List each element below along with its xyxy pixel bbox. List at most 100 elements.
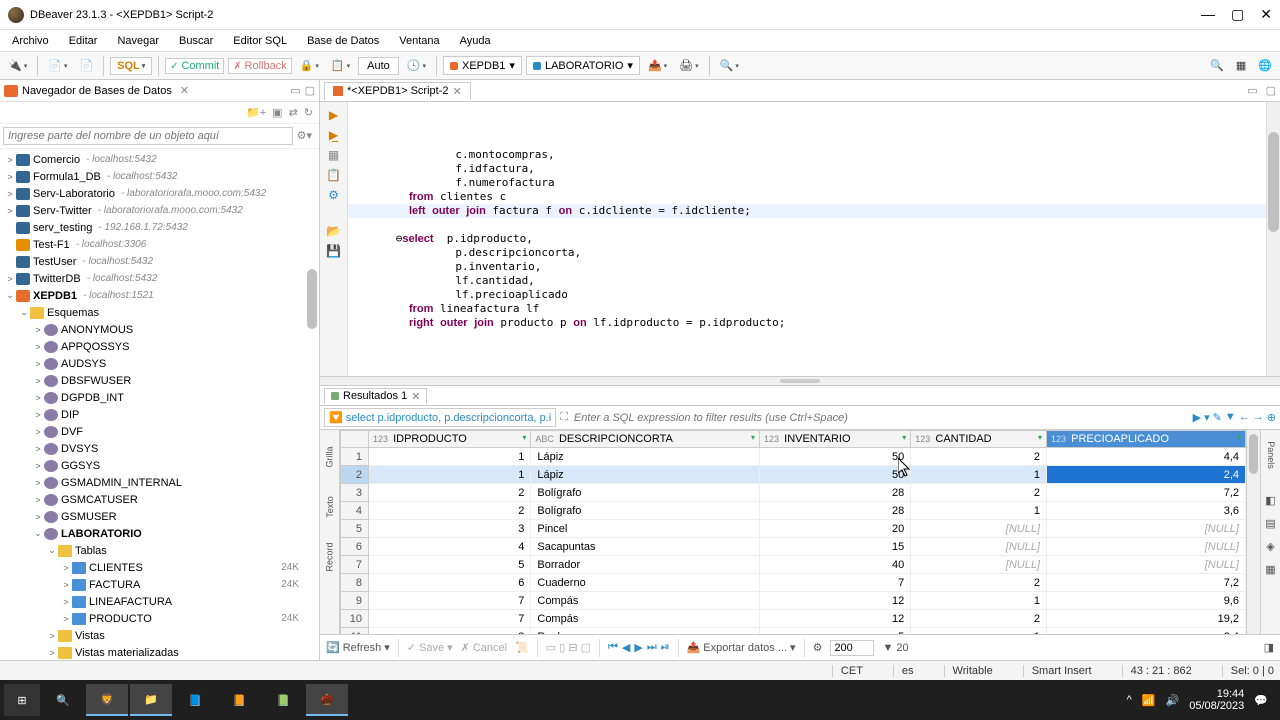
editor-results-splitter[interactable]	[320, 376, 1280, 386]
output-button[interactable]: 📤▾	[644, 57, 671, 74]
sql-editor-button[interactable]: SQL ▾	[110, 57, 152, 75]
perspective-button[interactable]: ▦	[1232, 57, 1250, 74]
taskbar-dbeaver[interactable]: 🌰	[306, 684, 348, 716]
table-row[interactable]: 21Lápiz5012,4	[341, 466, 1246, 484]
editor-scrollbar[interactable]	[1266, 102, 1280, 376]
filter-settings-button[interactable]: ⚙▾	[293, 127, 316, 145]
record-mode-tab[interactable]: Record	[325, 542, 335, 571]
table-row[interactable]: 86Cuaderno727,2	[341, 574, 1246, 592]
tree-item-appqossys[interactable]: >APPQOSSYS	[0, 338, 319, 355]
refresh-nav-button[interactable]: ↻	[304, 106, 313, 119]
link-button[interactable]: ⇄	[289, 106, 298, 119]
max-rows-button[interactable]: ▼ 20	[882, 642, 908, 654]
column-cantidad[interactable]: 123 CANTIDAD ▾	[911, 431, 1047, 448]
navigator-scrollbar[interactable]	[307, 269, 317, 329]
results-tab-close-button[interactable]: ✕	[411, 390, 420, 403]
tab-close-button[interactable]: ✕	[453, 85, 462, 98]
tree-item-esquemas[interactable]: ⌄Esquemas	[0, 304, 319, 321]
auto-commit-button[interactable]: Auto	[358, 57, 399, 75]
table-row[interactable]: 42Bolígrafo2813,6	[341, 502, 1246, 520]
filter-history-button[interactable]: ▾	[1204, 411, 1210, 424]
tree-item-gsmuser[interactable]: >GSMUSER	[0, 508, 319, 525]
taskbar-word[interactable]: 📘	[174, 684, 216, 716]
tree-item-formula1_db[interactable]: >Formula1_DB- localhost:5432	[0, 168, 319, 185]
tree-item-comercio[interactable]: >Comercio- localhost:5432	[0, 151, 319, 168]
tree-item-factura[interactable]: >FACTURA24K	[0, 576, 319, 593]
results-settings-button[interactable]: ⚙	[813, 641, 823, 654]
tree-item-dip[interactable]: >DIP	[0, 406, 319, 423]
results-tab-1[interactable]: Resultados 1 ✕	[324, 388, 427, 404]
grid-mode-tab[interactable]: Grilla	[325, 446, 335, 467]
first-row-button[interactable]: ←	[1239, 411, 1250, 424]
export-data-button[interactable]: 📤 Exportar datos ... ▾	[687, 641, 796, 654]
new-connection-button[interactable]: 🔌▾	[4, 57, 31, 74]
filter-settings-icon[interactable]: ▼	[1225, 411, 1236, 424]
grouping-panel-button[interactable]: ▤	[1265, 517, 1275, 530]
tree-item-test-f1[interactable]: Test-F1- localhost:3306	[0, 236, 319, 253]
tree-item-serv-twitter[interactable]: >Serv-Twitter- laboratoriorafa.mooo.com:…	[0, 202, 319, 219]
tree-item-lineafactura[interactable]: >LINEAFACTURA	[0, 593, 319, 610]
sql-editor[interactable]: c.montocompras, f.idfactura, f.numerofac…	[348, 102, 1266, 376]
taskbar-powerpoint[interactable]: 📙	[218, 684, 260, 716]
tree-item-serv-laboratorio[interactable]: >Serv-Laboratorio- laboratoriorafa.mooo.…	[0, 185, 319, 202]
editor-settings-button[interactable]: ⚙	[328, 188, 339, 202]
execute-new-tab-button[interactable]: ▦	[328, 148, 339, 162]
tree-item-dvf[interactable]: >DVF	[0, 423, 319, 440]
start-button[interactable]: ⊞	[4, 684, 40, 716]
navigator-maximize-button[interactable]: ▢	[305, 84, 315, 97]
menu-ventana[interactable]: Ventana	[391, 33, 447, 49]
window-close-button[interactable]: ✕	[1260, 6, 1272, 23]
tray-up-icon[interactable]: ^	[1127, 694, 1132, 706]
new-folder-button[interactable]: 📁+	[246, 106, 266, 119]
refs-panel-button[interactable]: ◈	[1266, 540, 1274, 553]
tree-item-clientes[interactable]: >CLIENTES24K	[0, 559, 319, 576]
next-page-button[interactable]: ▶	[634, 641, 642, 654]
save-file-button[interactable]: 💾	[326, 244, 341, 258]
column-descripcioncorta[interactable]: ABC DESCRIPCIONCORTA ▾	[531, 431, 760, 448]
tree-item-audsys[interactable]: >AUDSYS	[0, 355, 319, 372]
table-row[interactable]: 118Regla512,4	[341, 628, 1246, 635]
notifications-button[interactable]: 💬	[1254, 694, 1268, 707]
taskbar-app[interactable]: 📗	[262, 684, 304, 716]
tree-item-producto[interactable]: >PRODUCTO24K	[0, 610, 319, 627]
tree-item-anonymous[interactable]: >ANONYMOUS	[0, 321, 319, 338]
explain-button[interactable]: 📋	[326, 168, 341, 182]
print-button[interactable]: 🖨▾	[675, 57, 702, 74]
navigator-filter-input[interactable]	[3, 127, 293, 145]
schema-selector[interactable]: LABORATORIO ▾	[526, 56, 640, 75]
open-sql-console-button[interactable]: 📄	[75, 57, 97, 74]
results-filter-input[interactable]	[572, 410, 1189, 426]
window-maximize-button[interactable]: ▢	[1231, 6, 1244, 23]
editor-minimize-button[interactable]: ▭	[1243, 84, 1261, 97]
table-row[interactable]: 97Compás1219,6	[341, 592, 1246, 610]
table-row[interactable]: 11Lápiz5024,4	[341, 448, 1246, 466]
editor-tab-script2[interactable]: *<XEPDB1> Script-2 ✕	[324, 82, 471, 100]
search-button[interactable]: 🔍	[42, 684, 84, 716]
tree-item-serv_testing[interactable]: serv_testing- 192.168.1.72:5432	[0, 219, 319, 236]
column-idproducto[interactable]: 123 IDPRODUCTO ▾	[369, 431, 531, 448]
table-row[interactable]: 75Borrador40[NULL][NULL]	[341, 556, 1246, 574]
tree-item-laboratorio[interactable]: ⌄LABORATORIO	[0, 525, 319, 542]
editor-maximize-button[interactable]: ▢	[1262, 84, 1280, 97]
commit-button[interactable]: ✓ Commit	[165, 58, 224, 74]
tree-item-twitterdb[interactable]: >TwitterDB- localhost:5432	[0, 270, 319, 287]
tree-item-dbsfwuser[interactable]: >DBSFWUSER	[0, 372, 319, 389]
new-sql-button[interactable]: 📄▾	[44, 57, 71, 74]
apply-filter-button[interactable]: ▶	[1193, 411, 1201, 424]
search-toolbar-button[interactable]: 🔍▾	[716, 57, 743, 74]
column-precioaplicado[interactable]: 123 PRECIOAPLICADO ▾	[1047, 431, 1246, 448]
edit-row-button[interactable]: ▭ ▯ ⊟ ▢	[546, 641, 591, 654]
menu-base de datos[interactable]: Base de Datos	[299, 33, 387, 49]
menu-ayuda[interactable]: Ayuda	[452, 33, 499, 49]
rollback-button[interactable]: ✗ Rollback	[228, 58, 291, 74]
first-page-button[interactable]: ⏮	[608, 641, 618, 654]
menu-archivo[interactable]: Archivo	[4, 33, 57, 49]
connection-selector[interactable]: XEPDB1 ▾	[443, 56, 522, 75]
system-clock[interactable]: 19:44 05/08/2023	[1189, 688, 1244, 712]
results-grid[interactable]: 123 IDPRODUCTO ▾ABC DESCRIPCIONCORTA ▾ 12…	[340, 430, 1246, 634]
page-size-input[interactable]	[830, 640, 874, 656]
collapse-button[interactable]: ▣	[272, 106, 282, 119]
tree-item-xepdb1[interactable]: ⌄XEPDB1- localhost:1521	[0, 287, 319, 304]
next-row-button[interactable]: ⊕	[1267, 411, 1276, 424]
calc-panel-button[interactable]: ▦	[1265, 563, 1275, 576]
